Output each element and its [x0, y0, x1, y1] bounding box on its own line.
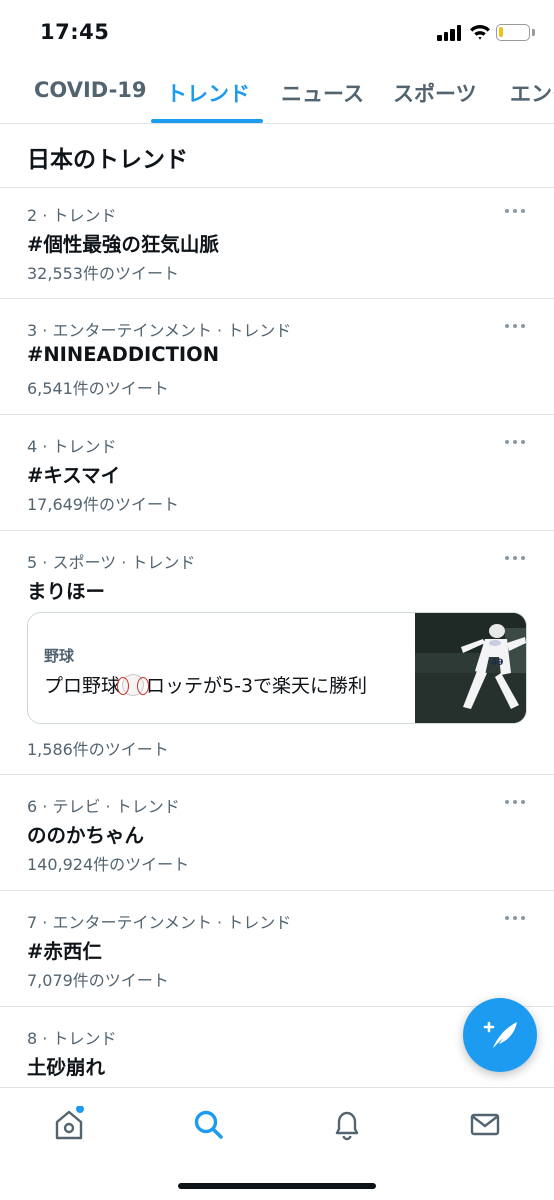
trend-name: 土砂崩れ	[27, 1056, 106, 1079]
svg-text:49: 49	[491, 658, 504, 668]
trend-tweet-count: 17,649件のツイート	[27, 495, 179, 514]
bell-icon[interactable]	[329, 1106, 365, 1142]
trend-name: #NINEADDICTION	[27, 343, 220, 366]
signal-strength-icon	[437, 25, 463, 41]
battery-icon	[496, 24, 530, 41]
tab-entertainment[interactable]: エンタ	[510, 78, 554, 108]
trend-tweet-count: 1,586件のツイート	[27, 740, 169, 759]
tab-sports[interactable]: スポーツ	[393, 78, 477, 108]
explore-tabs: COVID-19 トレンド ニュース スポーツ エンタ	[0, 64, 554, 124]
news-card-title-start: プロ野球	[44, 675, 121, 697]
notification-dot	[76, 1106, 84, 1113]
trend-tweet-count: 6,541件のツイート	[27, 379, 169, 398]
trend-item[interactable]: 6 · テレビ · トレンド ののかちゃん 140,924件のツイート	[0, 775, 554, 890]
trend-tweet-count: 7,079件のツイート	[27, 971, 169, 990]
section-title: 日本のトレンド	[27, 147, 188, 173]
wifi-icon	[470, 24, 490, 40]
active-tab-indicator	[151, 119, 263, 123]
home-icon[interactable]	[51, 1106, 87, 1142]
more-options-icon[interactable]	[503, 553, 527, 563]
news-card-title: プロ野球 ロッテが5-3で楽天に勝利	[44, 671, 367, 698]
trend-item[interactable]: 7 · エンターテインメント · トレンド #赤西仁 7,079件のツイート	[0, 891, 554, 1006]
trend-name: #個性最強の狂気山脈	[27, 233, 219, 256]
mail-icon[interactable]	[467, 1106, 503, 1142]
trend-meta: 2 · トレンド	[27, 206, 117, 225]
trend-name: #赤西仁	[27, 940, 102, 963]
tab-news[interactable]: ニュース	[281, 78, 364, 108]
trend-item[interactable]: 4 · トレンド #キスマイ 17,649件のツイート	[0, 415, 554, 530]
compose-tweet-button[interactable]	[463, 998, 537, 1072]
news-card[interactable]: 野球 プロ野球 ロッテが5-3で楽天に勝利 49	[27, 612, 527, 724]
home-indicator	[178, 1183, 376, 1189]
more-options-icon[interactable]	[503, 913, 527, 923]
trend-tweet-count: 32,553件のツイート	[27, 264, 179, 283]
trend-meta: 5 · スポーツ · トレンド	[27, 553, 196, 572]
search-icon[interactable]	[190, 1106, 226, 1142]
news-card-title-end: ロッテが5-3で楽天に勝利	[146, 675, 368, 697]
compose-tweet-icon	[483, 1021, 517, 1048]
more-options-icon[interactable]	[503, 206, 527, 216]
baseball-icon	[117, 674, 150, 696]
battery-cap	[532, 29, 535, 36]
trend-meta: 7 · エンターテインメント · トレンド	[27, 913, 292, 932]
status-bar: 17:45	[0, 0, 554, 64]
trend-meta: 3 · エンターテインメント · トレンド	[27, 321, 292, 340]
trend-name: まりほー	[27, 580, 106, 603]
more-options-icon[interactable]	[503, 437, 527, 447]
trend-name: #キスマイ	[27, 464, 121, 487]
more-options-icon[interactable]	[503, 321, 527, 331]
trend-item[interactable]: 3 · エンターテインメント · トレンド #NINEADDICTION 6,5…	[0, 299, 554, 414]
tab-trends[interactable]: トレンド	[166, 78, 250, 108]
tab-covid19[interactable]: COVID-19	[34, 78, 147, 102]
trend-meta: 6 · テレビ · トレンド	[27, 797, 180, 816]
status-time: 17:45	[40, 20, 110, 44]
battery-level	[499, 27, 503, 37]
more-options-icon[interactable]	[503, 797, 527, 807]
trend-tweet-count: 140,924件のツイート	[27, 855, 190, 874]
news-card-thumbnail: 49	[415, 613, 526, 723]
trend-meta: 4 · トレンド	[27, 437, 117, 456]
trend-item[interactable]: 2 · トレンド #個性最強の狂気山脈 32,553件のツイート	[0, 188, 554, 298]
trend-name: ののかちゃん	[27, 824, 145, 847]
news-card-category: 野球	[44, 647, 75, 665]
trend-meta: 8 · トレンド	[27, 1029, 117, 1048]
